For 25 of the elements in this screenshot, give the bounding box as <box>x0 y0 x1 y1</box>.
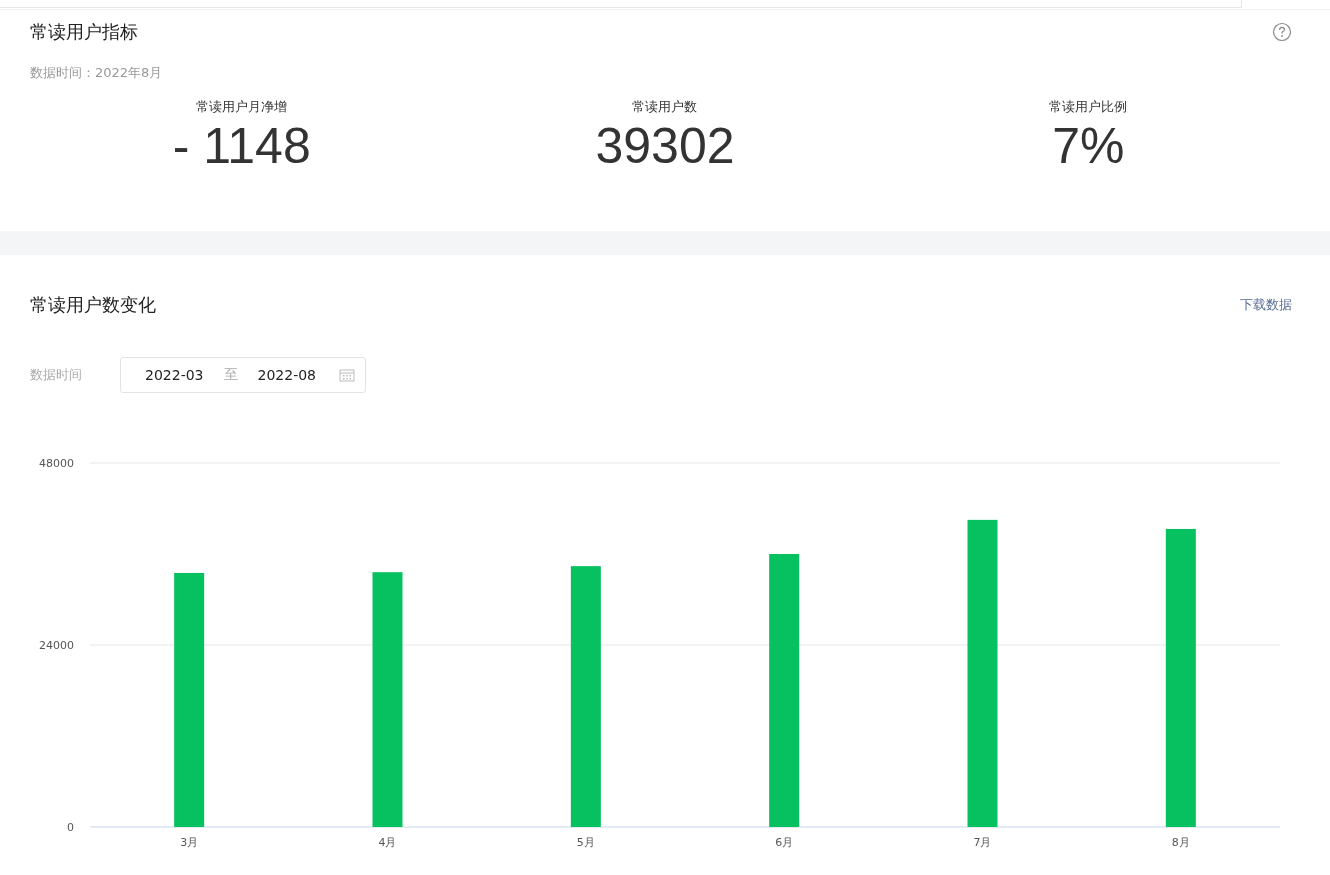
data-time-text: 数据时间：2022年8月 <box>30 64 164 82</box>
date-range-picker[interactable]: 2022-03 至 2022-08 <box>120 357 366 393</box>
metric-label: 常读用户比例 <box>1049 98 1128 116</box>
start-date[interactable]: 2022-03 <box>145 367 204 383</box>
metric-label: 常读用户数 <box>632 98 698 116</box>
metric-value: 7% <box>1052 117 1125 176</box>
axis-category-label: 8月 <box>1171 836 1190 849</box>
filter-label: 数据时间 <box>30 366 82 384</box>
metric-value: 39302 <box>595 117 735 176</box>
help-icon[interactable] <box>1272 22 1292 42</box>
axis-category-label: 5月 <box>576 836 595 849</box>
axis-category-label: 6月 <box>775 836 794 849</box>
range-separator: 至 <box>223 366 238 384</box>
section-title: 常读用户数变化 <box>30 293 156 317</box>
section-title: 常读用户指标 <box>30 20 138 44</box>
axis-category-label: 7月 <box>973 836 992 849</box>
metric-value: - 1148 <box>172 117 311 176</box>
axis-tick-label: 0 <box>67 821 74 834</box>
end-date[interactable]: 2022-08 <box>257 367 316 383</box>
axis-category-label: 3月 <box>180 836 199 849</box>
axis-tick-label: 48000 <box>39 457 74 470</box>
axis-tick-label: 24000 <box>39 639 74 652</box>
axis-category-label: 4月 <box>378 836 397 849</box>
metric-label: 常读用户月净增 <box>196 98 288 116</box>
download-link[interactable]: 下载数据 <box>1240 296 1292 314</box>
